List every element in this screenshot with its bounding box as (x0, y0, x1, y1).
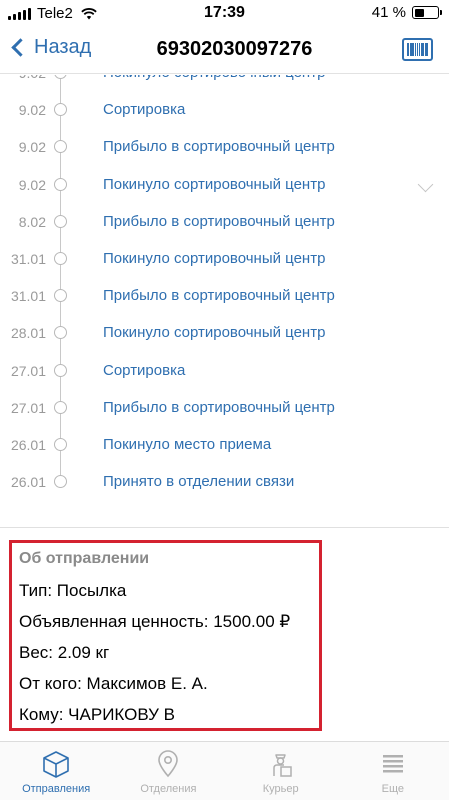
shipment-type: Тип: Посылка (19, 581, 127, 600)
event-status[interactable]: Прибыло в сортировочный центр (103, 399, 335, 416)
courier-icon (265, 748, 297, 780)
tab-offices[interactable]: Отделения (112, 742, 224, 800)
event-date: 9.02 (18, 139, 46, 156)
timeline-dot-icon (54, 177, 67, 191)
page-title: 69302030097276 (156, 38, 313, 60)
location-pin-icon (152, 748, 184, 780)
event-status[interactable]: Прибыло в сортировочный центр (103, 287, 335, 304)
timeline-dot-icon (54, 103, 67, 117)
tracking-timeline[interactable]: 9.02 Покинуло сортировочный центр 9.02 Сорт… (0, 75, 449, 530)
nav-bar: Назад 69302030097276 (0, 26, 449, 74)
timeline-event[interactable]: 26.01 Покинуло место приема (0, 428, 449, 465)
timeline-event[interactable]: 31.01 Покинуло сортировочный центр (0, 242, 449, 279)
timeline-event[interactable]: 28.01 Покинуло сортировочный центр (0, 316, 449, 353)
timeline-dot-icon (54, 140, 67, 154)
timeline-dot-icon (54, 214, 67, 228)
tab-label: Отправления (22, 783, 91, 795)
barcode-scan-button[interactable] (402, 38, 433, 61)
timeline-event[interactable]: 9.02 Покинуло сортировочный центр (0, 75, 449, 93)
timeline-dot-icon (54, 363, 67, 377)
box-icon (40, 748, 72, 780)
tab-more[interactable]: Еще (337, 742, 449, 800)
event-date: 26.01 (10, 474, 46, 491)
event-date: 31.01 (10, 288, 46, 305)
event-date: 8.02 (18, 213, 46, 230)
event-date: 27.01 (10, 362, 46, 379)
event-date: 9.02 (18, 102, 46, 119)
event-status[interactable]: Покинуло сортировочный центр (103, 176, 325, 193)
tab-label: Еще (381, 783, 405, 795)
event-date: 28.01 (10, 325, 46, 342)
tab-courier[interactable]: Курьер (225, 742, 337, 800)
timeline-dot-icon (54, 326, 67, 340)
shipment-sender: От кого: Максимов Е. А. (19, 674, 208, 693)
timeline-event[interactable]: 9.02 Сортировка (0, 93, 449, 130)
event-date: 27.01 (10, 399, 46, 416)
event-date: 9.02 (0, 75, 46, 81)
menu-icon (377, 748, 409, 780)
timeline-event[interactable]: 27.01 Сортировка (0, 354, 449, 391)
timeline-event[interactable]: 27.01 Прибыло в сортировочный центр (0, 391, 449, 428)
timeline-dot-icon (54, 438, 67, 451)
tab-label: Отделения (140, 783, 197, 795)
timeline-event[interactable]: 31.01 Прибыло в сортировочный центр (0, 279, 449, 316)
event-status[interactable]: Сортировка (103, 362, 185, 379)
event-status[interactable]: Покинуло сортировочный центр (103, 324, 325, 341)
event-status[interactable]: Прибыло в сортировочный центр (103, 213, 335, 230)
event-status[interactable]: Прибыло в сортировочный центр (103, 138, 335, 155)
event-status[interactable]: Покинуло сортировочный центр (103, 75, 325, 81)
battery-percent: 41 % (371, 4, 406, 21)
timeline-event[interactable]: 9.02 Покинуло сортировочный центр (0, 168, 449, 205)
shipment-weight: Вес: 2.09 кг (19, 643, 110, 662)
tab-shipments[interactable]: Отправления (0, 742, 112, 800)
timeline-dot-icon (54, 289, 67, 303)
divider (0, 527, 449, 528)
tab-bar: Отправления Отделения Курьер Еще (0, 741, 449, 800)
shipment-info-box: Об отправлении Тип: Посылка Объявленная … (9, 540, 322, 731)
event-date: 26.01 (10, 437, 46, 453)
event-date: 31.01 (10, 251, 46, 267)
timeline-dot-icon (54, 400, 67, 414)
battery-icon (412, 6, 442, 19)
event-status[interactable]: Сортировка (103, 101, 185, 118)
event-status[interactable]: Покинуло место приема (103, 436, 271, 453)
tab-label: Курьер (262, 783, 299, 795)
timeline-dot-icon (54, 475, 67, 489)
timeline-event[interactable]: 9.02 Прибыло в сортировочный центр (0, 130, 449, 167)
timeline-event[interactable]: 8.02 Прибыло в сортировочный центр (0, 205, 449, 242)
battery-fill (414, 8, 424, 17)
timeline-dot-icon (54, 75, 67, 79)
status-right: 41 % (371, 4, 442, 21)
shipment-declared-value: Объявленная ценность: 1500.00 ₽ (19, 612, 291, 631)
status-bar: Tele2 17:39 41 % (0, 0, 449, 26)
timeline-dot-icon (54, 252, 67, 265)
event-date: 9.02 (18, 176, 46, 193)
event-status[interactable]: Покинуло сортировочный центр (103, 250, 325, 267)
shipment-recipient: Кому: ЧАРИКОВУ В (19, 705, 175, 724)
timeline-event[interactable]: 26.01 Принято в отделении связи (0, 465, 449, 502)
event-status[interactable]: Принято в отделении связи (103, 473, 294, 490)
shipment-info-heading: Об отправлении (19, 550, 150, 567)
